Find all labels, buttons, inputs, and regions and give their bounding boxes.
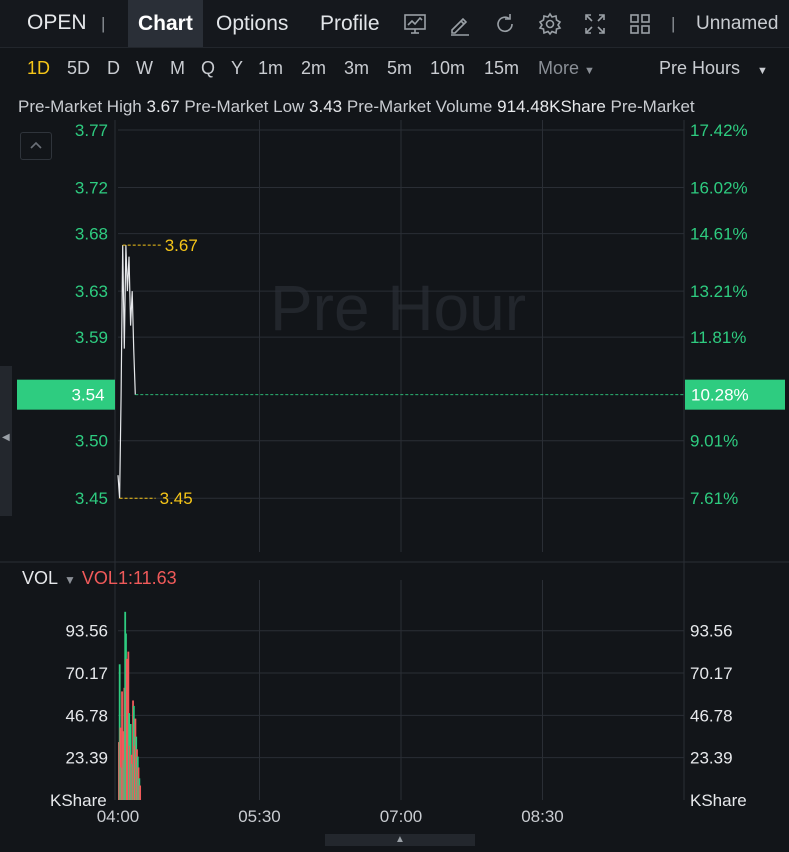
volume-unit-right: KShare bbox=[690, 791, 747, 810]
chart-watermark: Pre Hour bbox=[270, 272, 526, 344]
volume-tick-label: 93.56 bbox=[65, 622, 108, 641]
price-series-line bbox=[117, 245, 136, 499]
volume-tick-label: 46.78 bbox=[690, 706, 733, 725]
volume-header: VOL ▼ VOL1:11.63 bbox=[22, 568, 177, 589]
chevron-up-icon bbox=[30, 141, 42, 149]
time-tick-label: 07:00 bbox=[380, 807, 423, 826]
price-tick-label: 3.59 bbox=[75, 328, 108, 347]
volume-tick-label: 23.39 bbox=[690, 749, 733, 768]
high-marker-label: 3.67 bbox=[165, 236, 198, 255]
time-tick-label: 08:30 bbox=[521, 807, 564, 826]
percent-tick-label: 17.42% bbox=[690, 121, 748, 140]
chevron-up-icon: ▲ bbox=[395, 834, 405, 845]
volume-tick-label: 93.56 bbox=[690, 622, 733, 641]
price-tick-label: 3.45 bbox=[75, 489, 108, 508]
price-tick-label: 3.77 bbox=[75, 121, 108, 140]
volume-indicator-name[interactable]: VOL bbox=[22, 568, 58, 588]
left-drawer-handle[interactable]: ◀ bbox=[0, 366, 12, 516]
volume-indicator-value: VOL1:11.63 bbox=[81, 568, 177, 588]
collapse-panel-button[interactable] bbox=[20, 132, 52, 160]
percent-tick-label: 16.02% bbox=[690, 179, 748, 198]
price-tick-label: 3.63 bbox=[75, 282, 108, 301]
current-change-value: 10.28% bbox=[691, 386, 749, 405]
bottom-drawer-handle[interactable]: ▲ bbox=[325, 834, 475, 846]
percent-tick-label: 9.01% bbox=[690, 432, 738, 451]
price-volume-chart[interactable]: Pre Hour 3.77 3.72 3.68 3.63 3.59 3.50 3.45 17… bbox=[0, 0, 789, 852]
volume-tick-label: 70.17 bbox=[690, 664, 733, 683]
volume-bar bbox=[139, 785, 142, 800]
volume-tick-label: 46.78 bbox=[65, 706, 108, 725]
price-tick-label: 3.50 bbox=[75, 432, 108, 451]
chevron-down-icon[interactable]: ▼ bbox=[64, 573, 76, 587]
percent-tick-label: 14.61% bbox=[690, 225, 748, 244]
volume-unit-left: KShare bbox=[50, 791, 107, 810]
percent-tick-label: 11.81% bbox=[690, 328, 746, 347]
current-price-value: 3.54 bbox=[71, 386, 104, 405]
chevron-left-icon: ◀ bbox=[2, 432, 10, 443]
volume-tick-label: 70.17 bbox=[65, 664, 108, 683]
low-marker-label: 3.45 bbox=[160, 489, 193, 508]
percent-tick-label: 7.61% bbox=[690, 489, 738, 508]
price-tick-label: 3.72 bbox=[75, 179, 108, 198]
time-tick-label: 05:30 bbox=[238, 807, 281, 826]
percent-tick-label: 13.21% bbox=[690, 282, 748, 301]
price-tick-label: 3.68 bbox=[75, 225, 108, 244]
volume-tick-label: 23.39 bbox=[65, 749, 108, 768]
